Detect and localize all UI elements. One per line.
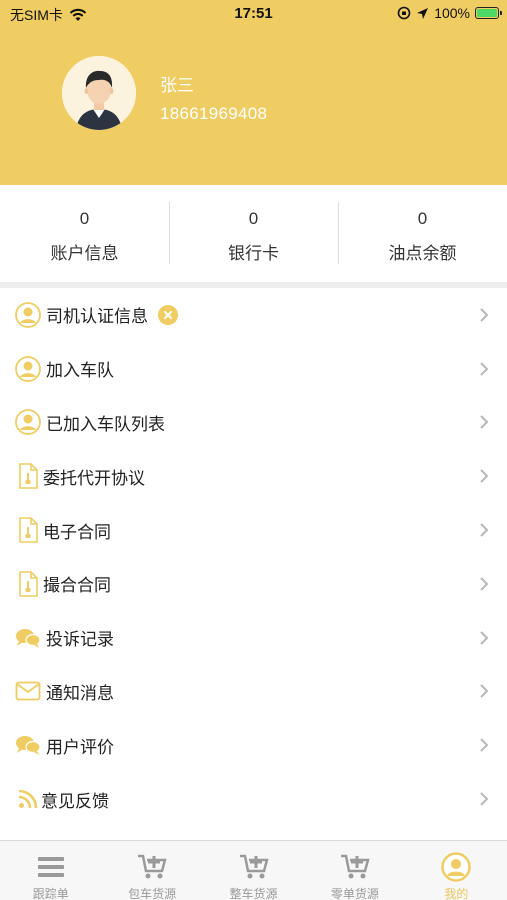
stat-fuel-points[interactable]: 0 油点余额 xyxy=(338,185,507,282)
chevron-right-icon xyxy=(480,415,489,430)
stat-label: 账户信息 xyxy=(50,244,119,263)
battery-percent: 100% xyxy=(434,5,470,21)
menu-item-label: 加入车队 xyxy=(46,361,114,381)
menu-item-complaints[interactable]: 投诉记录 xyxy=(0,610,507,665)
tab-less-than-load-cargo[interactable]: 零单货源 xyxy=(304,841,405,900)
account-stats: 0 账户信息 0 银行卡 0 油点余额 xyxy=(0,185,507,282)
document-icon xyxy=(15,463,41,490)
location-arrow-icon xyxy=(417,7,429,19)
profile-header: 无SIM卡 17:51 100% 张三 18661969408 xyxy=(0,0,507,185)
tab-mine[interactable]: 我的 xyxy=(406,841,507,900)
tab-tracking[interactable]: 跟踪单 xyxy=(0,841,101,900)
menu-item-label: 意见反馈 xyxy=(41,791,109,811)
tab-label: 跟踪单 xyxy=(32,887,69,900)
rotation-lock-icon xyxy=(397,6,411,20)
avatar[interactable] xyxy=(62,56,136,130)
chat-bubbles-icon xyxy=(15,732,41,758)
menu-item-notifications[interactable]: 通知消息 xyxy=(0,664,507,719)
chat-bubbles-icon xyxy=(15,625,41,651)
chevron-right-icon xyxy=(480,684,489,699)
chevron-right-icon xyxy=(480,738,489,752)
cart-add-icon xyxy=(340,853,370,881)
menu-item-label: 通知消息 xyxy=(46,683,114,703)
stat-account-info[interactable]: 0 账户信息 xyxy=(0,185,169,282)
chevron-right-icon xyxy=(480,577,489,591)
menu-item-feedback[interactable]: 意见反馈 xyxy=(0,772,507,826)
profile-icon xyxy=(441,852,472,882)
menu-item-joined-fleets[interactable]: 已加入车队列表 xyxy=(0,395,507,450)
tab-label: 包车货源 xyxy=(128,887,177,900)
menu-list: 司机认证信息 加入车队 已加入车队列表 委托代开协议 电子合同 撮合合同 投诉记… xyxy=(0,288,507,826)
tab-charter-cargo[interactable]: 包车货源 xyxy=(101,841,202,900)
menu-item-label: 用户评价 xyxy=(46,737,114,757)
stat-value: 0 xyxy=(79,209,90,228)
menu-item-driver-certification[interactable]: 司机认证信息 xyxy=(0,288,507,342)
stat-bank-card[interactable]: 0 银行卡 xyxy=(169,185,338,282)
status-bar: 无SIM卡 17:51 100% xyxy=(0,0,507,28)
menu-item-matching-contract[interactable]: 撮合合同 xyxy=(0,556,507,611)
uncertified-badge-icon xyxy=(158,304,178,325)
user-name: 张三 xyxy=(160,76,194,95)
menu-item-join-fleet[interactable]: 加入车队 xyxy=(0,341,507,396)
list-icon xyxy=(36,853,66,881)
bottom-tab-bar: 跟踪单 包车货源 整车货源 零单货源 我的 xyxy=(0,840,507,900)
stat-label: 油点余额 xyxy=(388,244,457,263)
tab-label: 整车货源 xyxy=(229,887,278,900)
stat-value: 0 xyxy=(248,209,259,228)
menu-item-invoice-agreement[interactable]: 委托代开协议 xyxy=(0,449,507,504)
status-right: 100% xyxy=(397,5,502,21)
menu-item-label: 电子合同 xyxy=(43,522,111,542)
tab-label: 我的 xyxy=(444,887,469,900)
battery-icon xyxy=(475,7,502,19)
person-icon xyxy=(15,355,41,382)
tab-full-truck-cargo[interactable]: 整车货源 xyxy=(203,841,304,900)
rss-icon xyxy=(15,786,41,812)
menu-item-label: 撮合合同 xyxy=(43,576,111,596)
tab-label: 零单货源 xyxy=(330,887,379,900)
menu-item-label: 委托代开协议 xyxy=(43,468,145,488)
menu-item-label: 司机认证信息 xyxy=(46,307,148,327)
chevron-right-icon xyxy=(480,308,489,322)
cart-add-icon xyxy=(137,853,167,881)
chevron-right-icon xyxy=(480,361,489,376)
stat-value: 0 xyxy=(417,209,428,228)
menu-item-user-reviews[interactable]: 用户评价 xyxy=(0,718,507,773)
chevron-right-icon xyxy=(480,523,489,537)
person-icon xyxy=(15,301,41,328)
user-phone: 18661969408 xyxy=(160,104,268,123)
menu-item-e-contract[interactable]: 电子合同 xyxy=(0,503,507,557)
document-icon xyxy=(15,517,41,543)
chevron-right-icon xyxy=(480,469,489,483)
chevron-right-icon xyxy=(480,792,489,806)
menu-item-label: 投诉记录 xyxy=(46,630,114,650)
envelope-icon xyxy=(15,678,41,704)
person-icon xyxy=(15,409,41,436)
menu-item-label: 已加入车队列表 xyxy=(46,414,165,434)
document-icon xyxy=(15,571,41,597)
driver-avatar-icon xyxy=(62,56,136,130)
cart-add-icon xyxy=(239,853,269,881)
stat-label: 银行卡 xyxy=(228,244,279,263)
chevron-right-icon xyxy=(480,630,489,645)
